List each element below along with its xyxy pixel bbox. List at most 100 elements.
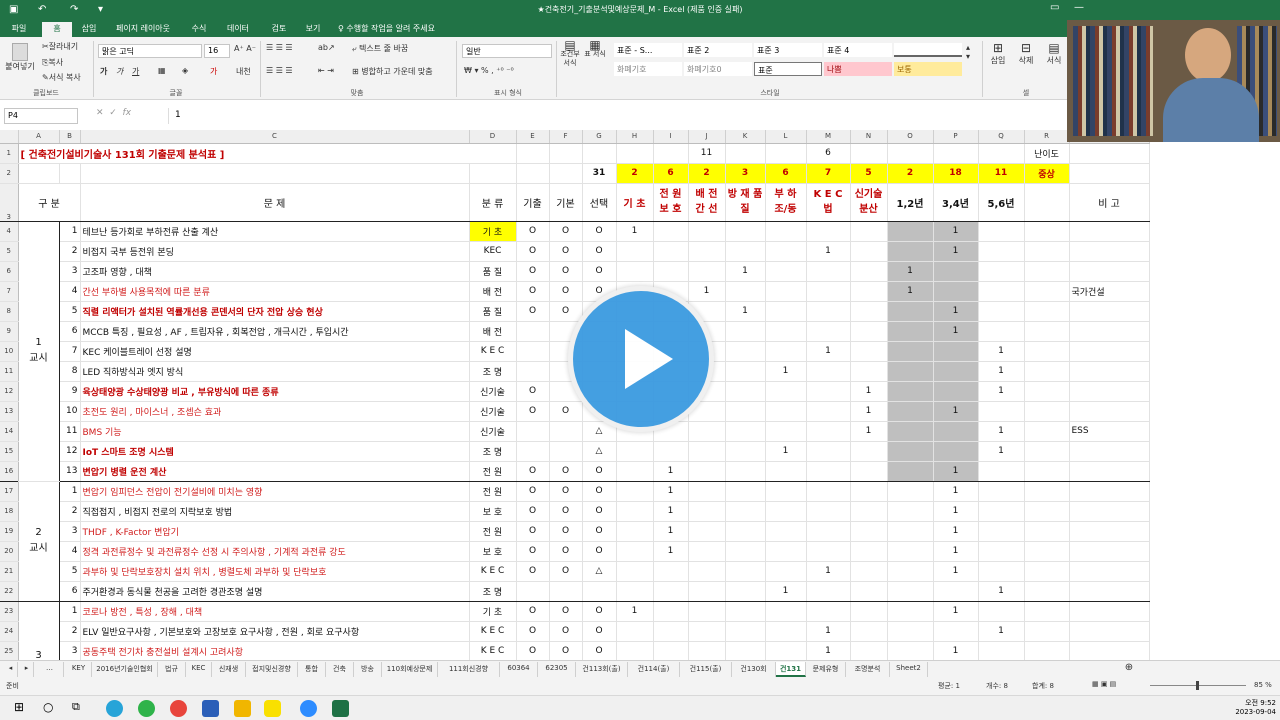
question-number[interactable]: 1 <box>59 601 81 622</box>
question-number[interactable]: 4 <box>59 281 81 302</box>
cell-o[interactable] <box>887 341 934 362</box>
cell-g[interactable]: △ <box>582 441 617 462</box>
row-header[interactable]: 19 <box>0 521 19 542</box>
cell-q[interactable]: 1 <box>978 581 1025 602</box>
category-cell[interactable]: K E C <box>469 561 517 582</box>
underline-button[interactable]: 가 <box>132 66 139 77</box>
more-sheets-icon[interactable]: … <box>36 662 64 677</box>
ribbon-display-icon[interactable]: ▭ <box>1050 2 1059 13</box>
remarks-cell[interactable] <box>1069 241 1150 262</box>
column-header[interactable]: G <box>582 130 617 144</box>
folder-icon[interactable] <box>202 700 219 717</box>
question-number[interactable]: 5 <box>59 301 81 322</box>
cell-g[interactable]: O <box>582 261 617 282</box>
tab-formulas[interactable]: 수식 <box>184 22 214 37</box>
question-text[interactable]: 과부하 및 단락보호장치 설치 위치 , 병렬도체 과부하 및 단락보호 <box>80 561 470 582</box>
cell-l[interactable]: 1 <box>765 581 807 602</box>
cell-p[interactable]: 1 <box>933 241 979 262</box>
cell-n[interactable] <box>850 261 888 282</box>
cell-o[interactable] <box>887 581 934 602</box>
number-format-icons[interactable]: ₩ ▾ % , ⁺⁰ ⁻⁰ <box>464 66 514 75</box>
cell-k[interactable] <box>725 501 766 522</box>
cell-e[interactable] <box>516 361 550 382</box>
cell-h[interactable] <box>616 541 654 562</box>
cell[interactable] <box>616 143 654 164</box>
cell-i[interactable]: 1 <box>653 501 689 522</box>
style-cell-0[interactable]: 표준 - S... <box>614 43 682 57</box>
tab-data[interactable]: 데이터 <box>220 22 256 37</box>
category-cell[interactable]: 배 전 <box>469 281 517 302</box>
messenger-icon[interactable] <box>138 700 155 717</box>
style-cell-5[interactable]: 화폐기호 <box>614 62 682 76</box>
question-number[interactable]: 10 <box>59 401 81 422</box>
style-cell-8[interactable]: 나쁨 <box>824 62 892 76</box>
cell-o[interactable] <box>887 561 934 582</box>
sheet-tab[interactable]: 방송 <box>354 662 382 677</box>
cell-k[interactable] <box>725 441 766 462</box>
cell-o[interactable] <box>887 421 934 442</box>
cell-e[interactable]: O <box>516 601 550 622</box>
cell-o[interactable] <box>887 481 934 502</box>
tab-insert[interactable]: 삽입 <box>74 22 104 37</box>
header-cell-k[interactable]: 방 재 품 질 <box>725 183 766 222</box>
tab-page-layout[interactable]: 페이지 레이아웃 <box>108 22 178 37</box>
cell-l[interactable]: 1 <box>765 441 807 462</box>
remarks-cell[interactable] <box>1069 561 1150 582</box>
row-header[interactable]: 23 <box>0 601 19 622</box>
column-header[interactable]: Q <box>978 130 1025 144</box>
question-number[interactable]: 7 <box>59 341 81 362</box>
cell-q[interactable] <box>978 561 1025 582</box>
cell[interactable] <box>1024 421 1070 442</box>
cell-p[interactable] <box>933 361 979 382</box>
cell-n[interactable] <box>850 541 888 562</box>
next-sheet-icon[interactable]: ▸ <box>20 662 34 677</box>
sheet-tab[interactable]: 건축 <box>326 662 354 677</box>
cell-n[interactable] <box>850 621 888 642</box>
cell-j[interactable] <box>688 261 726 282</box>
style-cell-7[interactable]: 표준 <box>754 62 822 76</box>
row-header[interactable]: 16 <box>0 461 19 482</box>
cell-n[interactable] <box>850 281 888 302</box>
browser-icon[interactable] <box>106 700 123 717</box>
cell-o[interactable] <box>887 441 934 462</box>
cell-o[interactable] <box>887 621 934 642</box>
question-text[interactable]: 간선 부하별 사용목적에 따른 분류 <box>80 281 470 302</box>
cell-o[interactable] <box>887 381 934 402</box>
cell-h[interactable] <box>616 241 654 262</box>
cell-f[interactable]: O <box>549 221 583 242</box>
cell-j[interactable] <box>688 481 726 502</box>
cell-p[interactable] <box>933 341 979 362</box>
sheet-tab[interactable]: 111회신경향 <box>438 662 500 677</box>
cell[interactable] <box>516 163 550 184</box>
cell[interactable] <box>1024 461 1070 482</box>
tell-me-box[interactable]: ♀ 수행할 작업을 알려 주세요 <box>338 22 458 37</box>
remarks-cell[interactable] <box>1069 221 1150 242</box>
cell-e[interactable] <box>516 421 550 442</box>
cell[interactable] <box>516 143 550 164</box>
cell-p[interactable]: 1 <box>933 501 979 522</box>
row-header[interactable]: 15 <box>0 441 19 462</box>
question-text[interactable]: IoT 스마트 조명 시스템 <box>80 441 470 462</box>
cell-o[interactable]: 1 <box>887 281 934 302</box>
header-cell-basic[interactable]: 기본 <box>549 183 583 222</box>
cell-q[interactable]: 1 <box>978 381 1025 402</box>
cell-l[interactable] <box>765 381 807 402</box>
cell-l[interactable] <box>765 341 807 362</box>
cell-q[interactable]: 1 <box>978 621 1025 642</box>
column-header[interactable]: P <box>933 130 979 144</box>
header-cell-past[interactable]: 기출 <box>516 183 550 222</box>
windows-start-icon[interactable]: ⊞ <box>14 700 24 714</box>
cell-e[interactable]: O <box>516 241 550 262</box>
format-painter-button[interactable]: ✎서식 복사 <box>42 72 81 83</box>
cell-k[interactable] <box>725 621 766 642</box>
cell-m[interactable]: 1 <box>806 561 851 582</box>
cell-m[interactable] <box>806 581 851 602</box>
select-all[interactable] <box>0 130 19 144</box>
cell-p[interactable]: 1 <box>933 561 979 582</box>
cell[interactable] <box>1024 241 1070 262</box>
sheet-tab[interactable]: 60364 <box>500 662 538 677</box>
cell-l[interactable] <box>765 241 807 262</box>
cell-e[interactable]: O <box>516 621 550 642</box>
row-header[interactable]: 22 <box>0 581 19 602</box>
cell[interactable] <box>1024 521 1070 542</box>
